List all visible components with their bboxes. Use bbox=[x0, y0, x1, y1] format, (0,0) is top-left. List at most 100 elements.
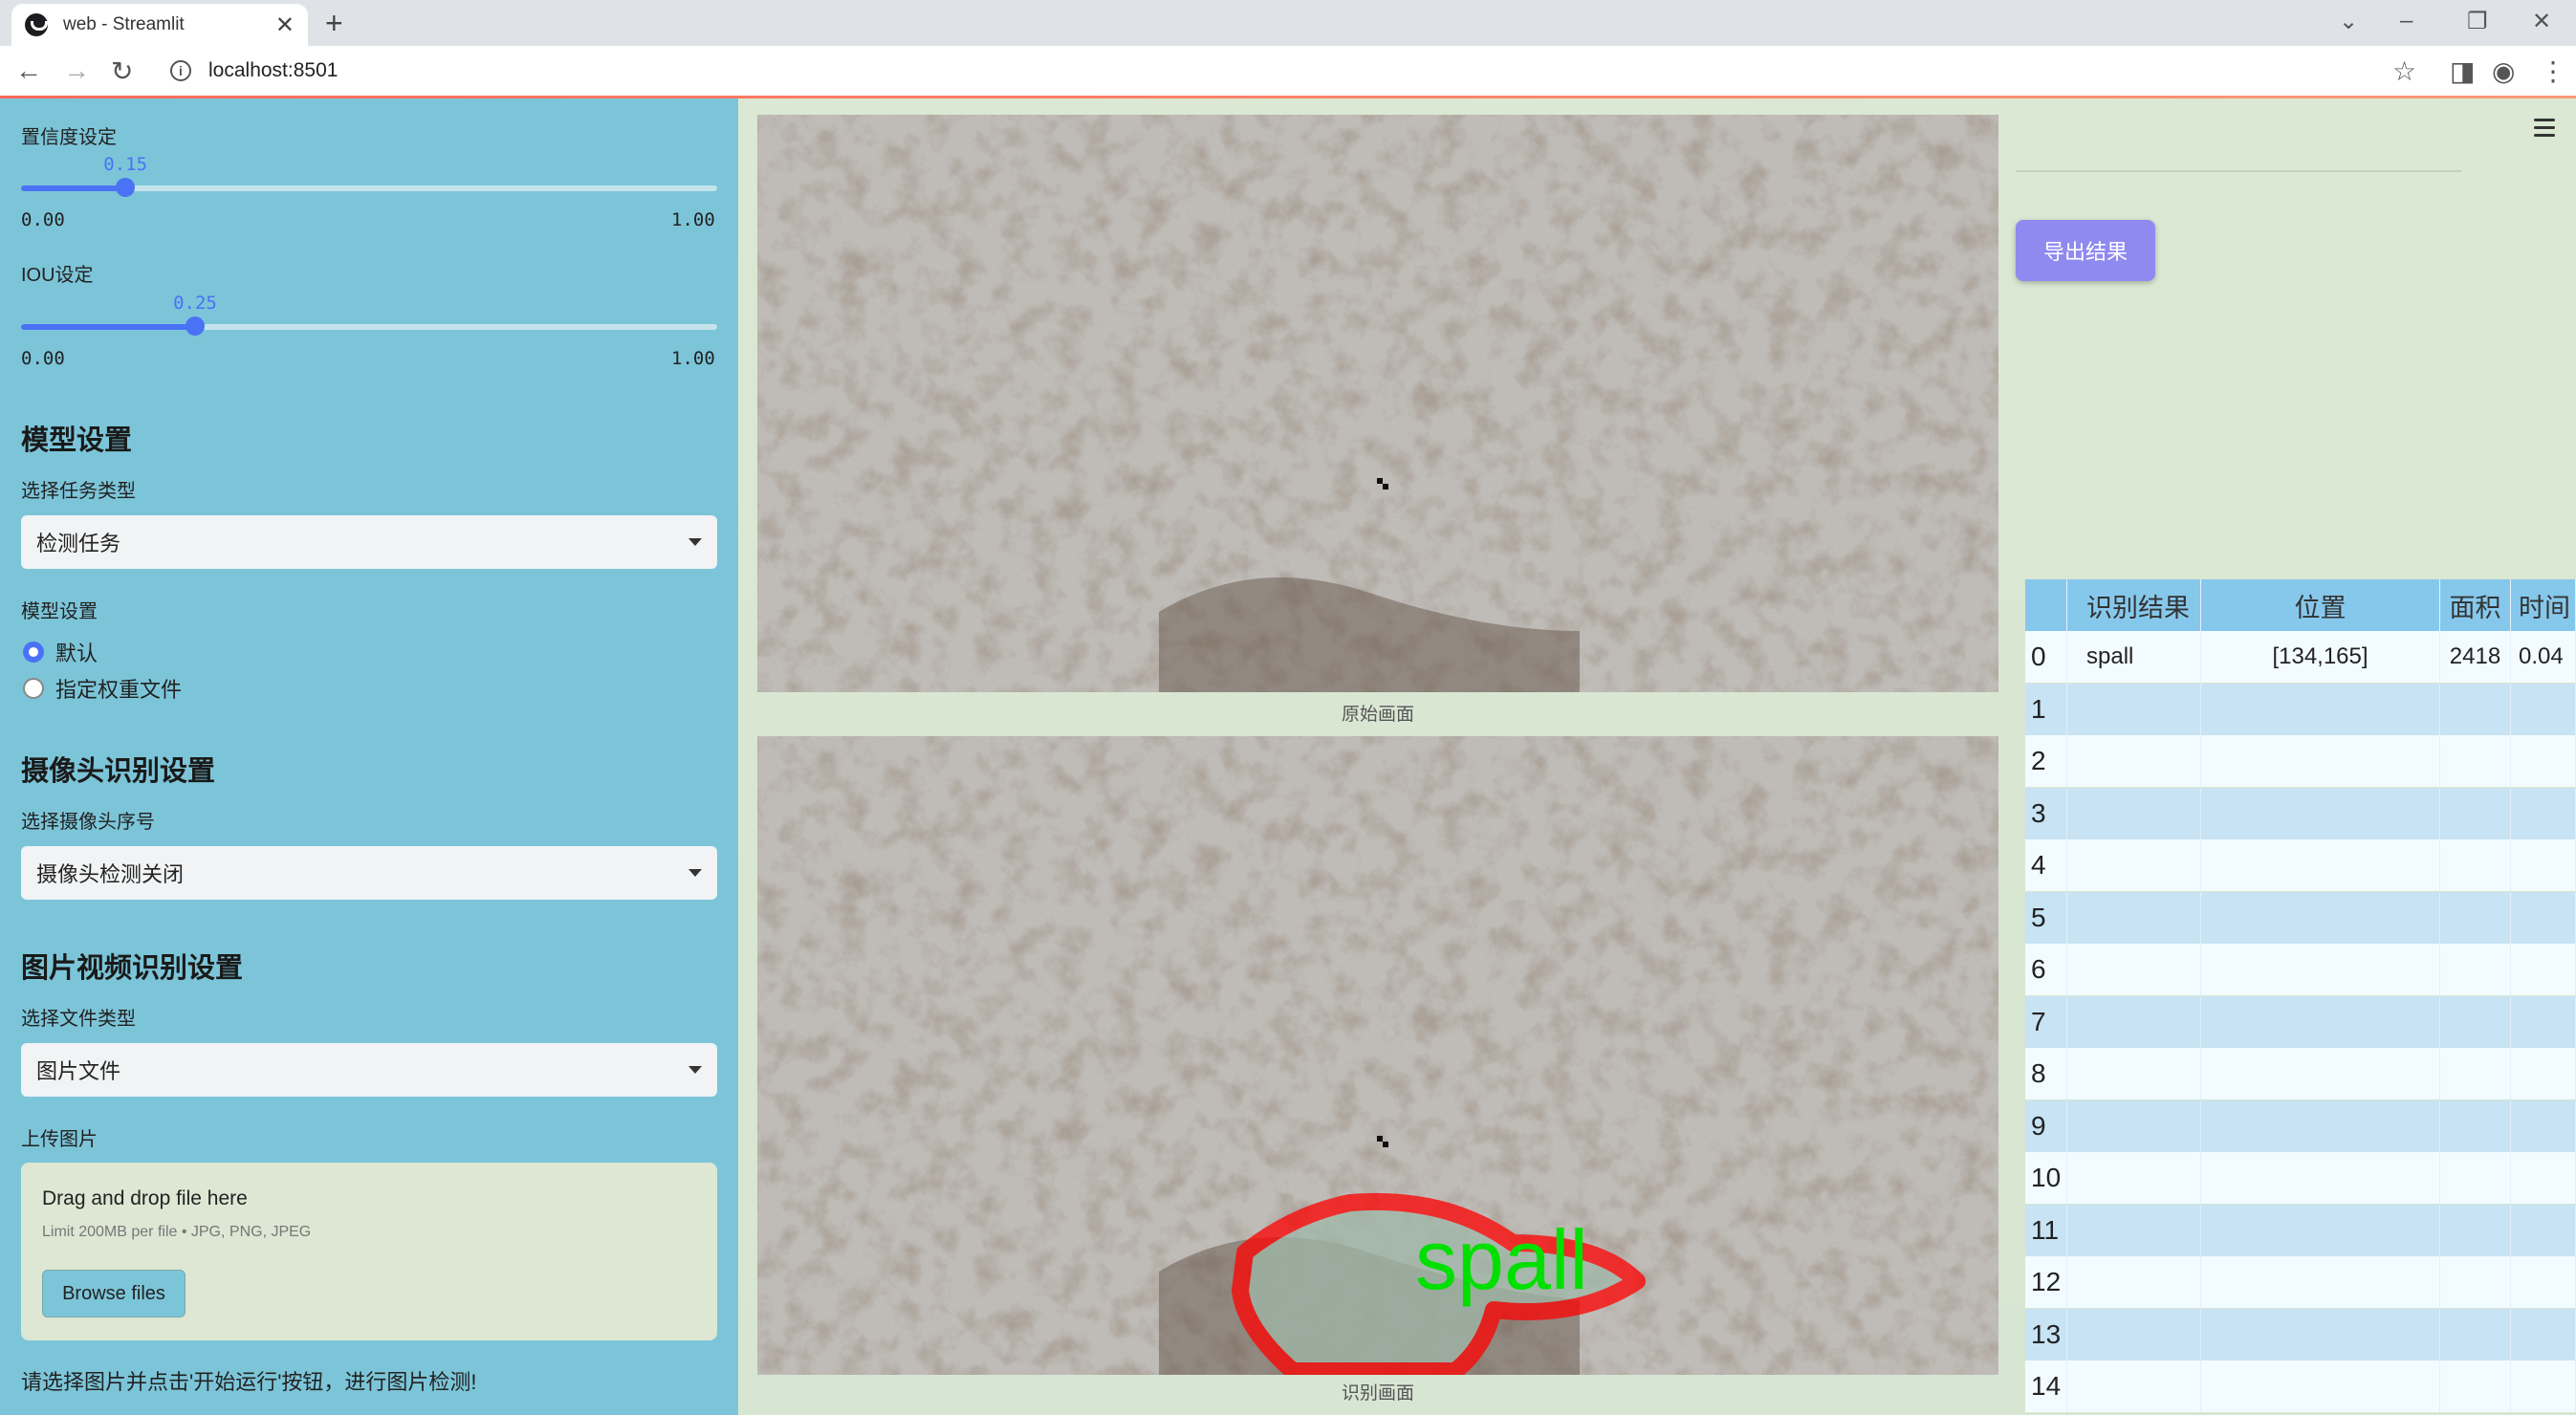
table-cell bbox=[2201, 787, 2440, 839]
camera-select[interactable]: 摄像头检测关闭 bbox=[21, 846, 717, 900]
table-cell bbox=[2511, 1204, 2576, 1256]
table-cell bbox=[2511, 735, 2576, 787]
file-dropzone[interactable]: Drag and drop file here Limit 200MB per … bbox=[21, 1163, 717, 1340]
table-row: 13 bbox=[2025, 1308, 2576, 1361]
table-cell: [134,165] bbox=[2201, 631, 2440, 683]
model-settings-header: 模型设置 bbox=[21, 425, 133, 456]
row-index: 10 bbox=[2025, 1152, 2067, 1204]
table-cell bbox=[2511, 1308, 2576, 1361]
confidence-slider-thumb[interactable] bbox=[116, 178, 136, 197]
row-index: 2 bbox=[2025, 735, 2067, 787]
table-cell bbox=[2067, 1361, 2201, 1412]
table-cell bbox=[2440, 1361, 2511, 1412]
chevron-down-icon bbox=[688, 538, 702, 546]
table-cell bbox=[2201, 1099, 2440, 1152]
concrete-surface-image bbox=[757, 115, 1998, 692]
restore-icon[interactable]: ❐ bbox=[2467, 8, 2488, 35]
new-tab-icon[interactable]: + bbox=[325, 6, 343, 41]
camera-select-label: 选择摄像头序号 bbox=[21, 812, 155, 833]
confidence-slider[interactable] bbox=[21, 178, 717, 197]
table-row: 8 bbox=[2025, 1048, 2576, 1099]
table-cell bbox=[2067, 891, 2201, 944]
radio-default[interactable]: 默认 bbox=[23, 637, 98, 667]
row-index: 9 bbox=[2025, 1099, 2067, 1152]
confidence-max: 1.00 bbox=[671, 209, 715, 230]
result-image: spall bbox=[757, 736, 1998, 1375]
radio-custom-weights[interactable]: 指定权重文件 bbox=[23, 673, 182, 704]
table-header-cell: 识别结果 bbox=[2067, 579, 2201, 631]
table-cell bbox=[2440, 1152, 2511, 1204]
table-cell bbox=[2201, 944, 2440, 995]
table-row: 11 bbox=[2025, 1204, 2576, 1256]
confidence-label: 置信度设定 bbox=[21, 127, 117, 148]
table-row: 2 bbox=[2025, 735, 2576, 787]
window-close-icon[interactable]: ✕ bbox=[2532, 8, 2551, 35]
file-type-select[interactable]: 图片文件 bbox=[21, 1043, 717, 1097]
url-text: localhost:8501 bbox=[208, 59, 338, 81]
table-cell bbox=[2440, 1048, 2511, 1099]
iou-value: 0.25 bbox=[173, 293, 217, 314]
table-row: 7 bbox=[2025, 995, 2576, 1048]
export-results-button[interactable]: 导出结果 bbox=[2016, 220, 2155, 281]
address-bar: ← → ↻ i localhost:8501 ☆ ◨ ◉ ⋮ bbox=[0, 46, 2576, 98]
iou-slider-fill bbox=[21, 324, 195, 330]
table-cell bbox=[2067, 787, 2201, 839]
tab-search-chevron-icon[interactable]: ⌄ bbox=[2339, 8, 2358, 35]
table-header-cell: 位置 bbox=[2201, 579, 2440, 631]
radio-default-label: 默认 bbox=[55, 642, 98, 665]
site-info-icon[interactable]: i bbox=[170, 60, 191, 81]
back-icon[interactable]: ← bbox=[15, 55, 42, 86]
table-cell bbox=[2067, 683, 2201, 735]
task-type-select[interactable]: 检测任务 bbox=[21, 515, 717, 569]
iou-min: 0.00 bbox=[21, 348, 65, 369]
minimize-icon[interactable]: – bbox=[2400, 8, 2412, 34]
tab-close-icon[interactable]: ✕ bbox=[275, 11, 295, 39]
dropzone-text: Drag and drop file here bbox=[42, 1187, 248, 1209]
table-cell bbox=[2201, 891, 2440, 944]
file-settings-header: 图片视频识别设置 bbox=[21, 953, 244, 984]
table-cell bbox=[2201, 1361, 2440, 1412]
table-header-cell bbox=[2025, 579, 2067, 631]
browser-tab[interactable]: web - Streamlit ✕ bbox=[11, 4, 308, 46]
table-row: 4 bbox=[2025, 839, 2576, 891]
table-cell bbox=[2511, 683, 2576, 735]
iou-slider[interactable] bbox=[21, 316, 717, 336]
iou-slider-thumb[interactable] bbox=[186, 316, 205, 336]
chevron-down-icon bbox=[688, 1066, 702, 1074]
table-header-cell: 面积 bbox=[2440, 579, 2511, 631]
divider bbox=[2016, 170, 2461, 172]
table-cell bbox=[2440, 839, 2511, 891]
row-index: 7 bbox=[2025, 995, 2067, 1048]
omnibox[interactable]: i localhost:8501 bbox=[161, 52, 2379, 90]
more-menu-icon[interactable]: ⋮ bbox=[2540, 55, 2566, 87]
profile-icon[interactable]: ◉ bbox=[2492, 55, 2515, 87]
radio-custom-label: 指定权重文件 bbox=[55, 678, 183, 702]
table-cell bbox=[2067, 839, 2201, 891]
browse-files-button[interactable]: Browse files bbox=[42, 1270, 186, 1317]
table-cell bbox=[2067, 1204, 2201, 1256]
hamburger-menu-icon[interactable] bbox=[2534, 119, 2555, 142]
table-cell bbox=[2440, 891, 2511, 944]
forward-icon[interactable]: → bbox=[63, 55, 90, 86]
table-cell bbox=[2067, 735, 2201, 787]
table-cell bbox=[2440, 683, 2511, 735]
side-panel-icon[interactable]: ◨ bbox=[2450, 55, 2475, 87]
chevron-down-icon bbox=[688, 869, 702, 877]
table-cell bbox=[2511, 944, 2576, 995]
original-caption: 原始画面 bbox=[1341, 705, 1414, 725]
table-cell bbox=[2511, 1361, 2576, 1412]
table-cell: spall bbox=[2067, 631, 2201, 683]
table-cell bbox=[2511, 995, 2576, 1048]
table-cell bbox=[2511, 1152, 2576, 1204]
table-header-cell: 时间 bbox=[2511, 579, 2576, 631]
table-cell bbox=[2440, 735, 2511, 787]
confidence-min: 0.00 bbox=[21, 209, 65, 230]
table-cell bbox=[2511, 891, 2576, 944]
reload-icon[interactable]: ↻ bbox=[111, 55, 133, 87]
iou-label: IOU设定 bbox=[21, 265, 94, 286]
row-index: 4 bbox=[2025, 839, 2067, 891]
table-cell bbox=[2067, 1308, 2201, 1361]
upload-label: 上传图片 bbox=[21, 1129, 98, 1150]
table-row: 0 spall [134,165] 2418 0.04 bbox=[2025, 631, 2576, 683]
bookmark-star-icon[interactable]: ☆ bbox=[2392, 55, 2416, 87]
